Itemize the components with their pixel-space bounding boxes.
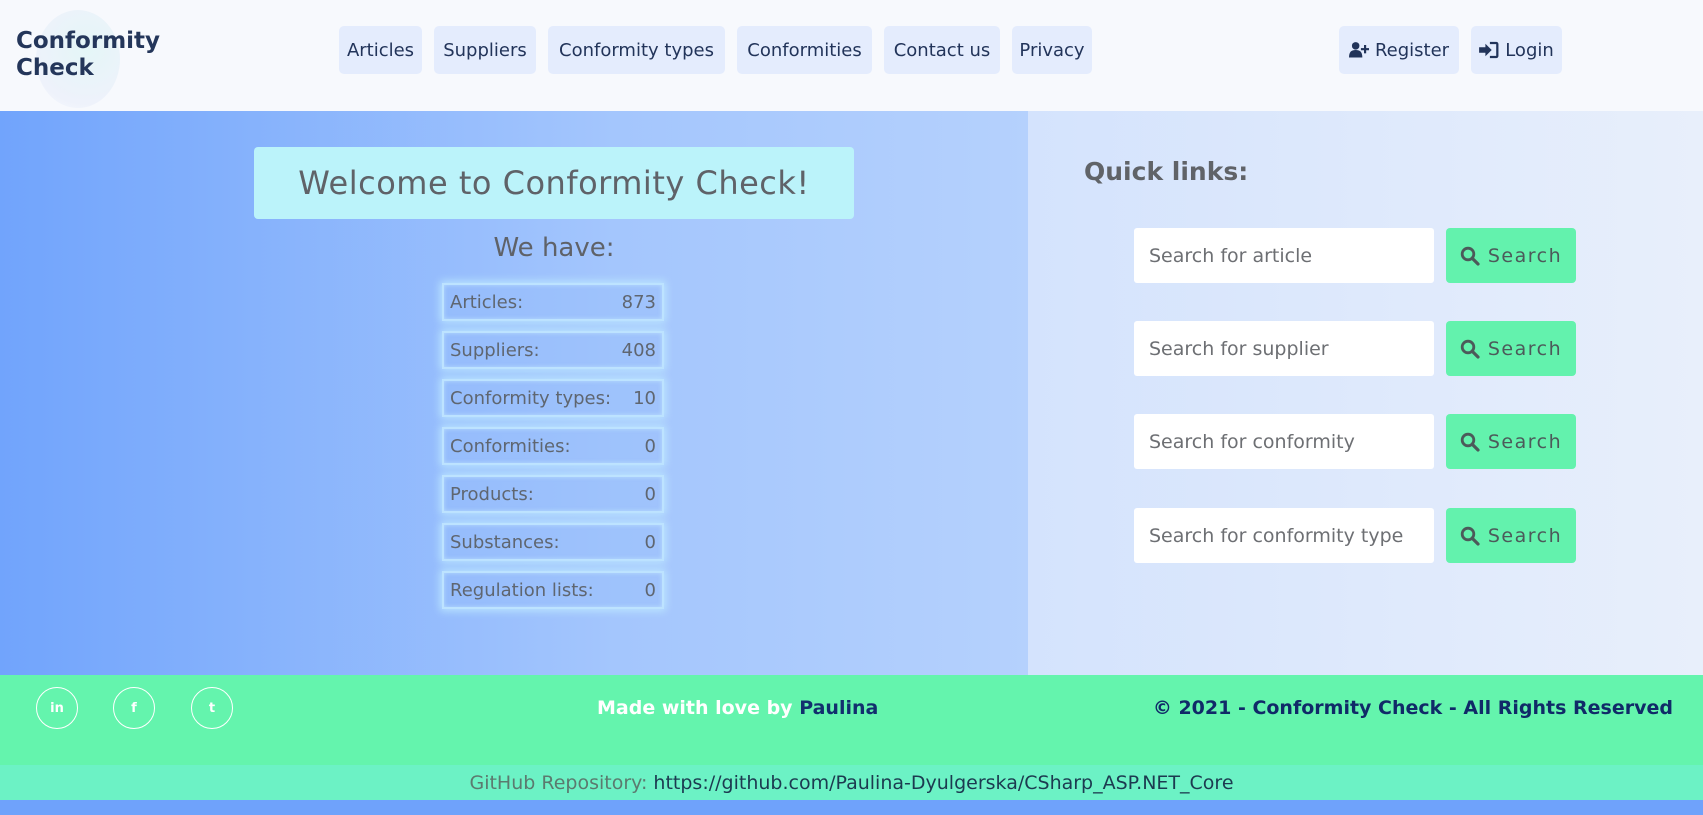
stat-row: Conformities: 0	[442, 427, 664, 465]
nav-contact-us[interactable]: Contact us	[884, 26, 1000, 74]
search-supplier-input[interactable]	[1134, 321, 1434, 376]
stat-value: 0	[644, 483, 656, 505]
search-icon	[1460, 246, 1480, 266]
stat-row: Regulation lists: 0	[442, 571, 664, 609]
user-plus-icon	[1348, 42, 1369, 58]
stat-label: Regulation lists:	[450, 579, 594, 601]
copyright-text: © 2021 - Conformity Check - All Rights R…	[1152, 697, 1673, 719]
search-icon	[1460, 339, 1480, 359]
search-icon	[1460, 432, 1480, 452]
search-icon	[1460, 526, 1480, 546]
linkedin-icon[interactable]: in	[36, 687, 78, 729]
nav-articles[interactable]: Articles	[339, 26, 422, 74]
search-supplier-button[interactable]: Search	[1446, 321, 1576, 376]
search-conformity-type-input[interactable]	[1134, 508, 1434, 563]
brand-line-2: Check	[16, 55, 94, 81]
made-with-love-text: Made with love by	[597, 697, 793, 719]
search-conformity-input[interactable]	[1134, 414, 1434, 469]
twitter-icon[interactable]: t	[191, 687, 233, 729]
stat-row: Products: 0	[442, 475, 664, 513]
nav-privacy[interactable]: Privacy	[1012, 26, 1092, 74]
search-article-button[interactable]: Search	[1446, 228, 1576, 283]
footer: in f t Made with love by Paulina © 2021 …	[0, 675, 1703, 765]
login-button[interactable]: Login	[1471, 26, 1562, 74]
stat-value: 408	[621, 339, 656, 361]
stat-value: 0	[644, 435, 656, 457]
register-label: Register	[1374, 39, 1450, 61]
login-label: Login	[1505, 39, 1554, 61]
made-with-love: Made with love by Paulina	[597, 697, 878, 719]
stat-label: Products:	[450, 483, 534, 505]
github-repo-link[interactable]: https://github.com/Paulina-Dyulgerska/CS…	[653, 772, 1233, 794]
stat-label: Conformities:	[450, 435, 571, 457]
quick-links-panel: Quick links: Search Search Search Search	[1028, 111, 1703, 675]
brand-line-1: Conformity	[16, 28, 161, 54]
quick-links-title: Quick links:	[1084, 157, 1249, 186]
top-navbar: Conformity Check Articles Suppliers Conf…	[0, 0, 1703, 111]
stat-row: Conformity types: 10	[442, 379, 664, 417]
stat-label: Suppliers:	[450, 339, 540, 361]
github-bar: GitHub Repository: https://github.com/Pa…	[0, 765, 1703, 800]
search-article-input[interactable]	[1134, 228, 1434, 283]
search-label: Search	[1487, 524, 1563, 547]
nav-conformity-types[interactable]: Conformity types	[548, 26, 725, 74]
search-label: Search	[1487, 430, 1563, 453]
search-conformity-button[interactable]: Search	[1446, 414, 1576, 469]
stat-row: Substances: 0	[442, 523, 664, 561]
stat-row: Articles: 873	[442, 283, 664, 321]
stat-label: Conformity types:	[450, 387, 612, 409]
nav-suppliers[interactable]: Suppliers	[434, 26, 536, 74]
stat-value: 0	[644, 531, 656, 553]
welcome-title: Welcome to Conformity Check!	[254, 147, 854, 219]
welcome-section: Welcome to Conformity Check! We have: Ar…	[0, 111, 1028, 675]
github-label: GitHub Repository:	[469, 771, 648, 794]
stat-row: Suppliers: 408	[442, 331, 664, 369]
facebook-icon[interactable]: f	[113, 687, 155, 729]
author-link[interactable]: Paulina	[799, 697, 878, 719]
stat-label: Articles:	[450, 291, 524, 313]
we-have-heading: We have:	[493, 233, 615, 263]
nav-conformities[interactable]: Conformities	[737, 26, 872, 74]
register-button[interactable]: Register	[1339, 26, 1459, 74]
stat-label: Substances:	[450, 531, 560, 553]
stat-value: 873	[621, 291, 656, 313]
search-label: Search	[1487, 244, 1563, 267]
stat-value: 0	[644, 579, 656, 601]
brand-logo[interactable]: Conformity Check	[16, 28, 160, 82]
stat-value: 10	[633, 387, 656, 409]
search-conformity-type-button[interactable]: Search	[1446, 508, 1576, 563]
sign-in-icon	[1479, 41, 1499, 59]
search-label: Search	[1487, 337, 1563, 360]
